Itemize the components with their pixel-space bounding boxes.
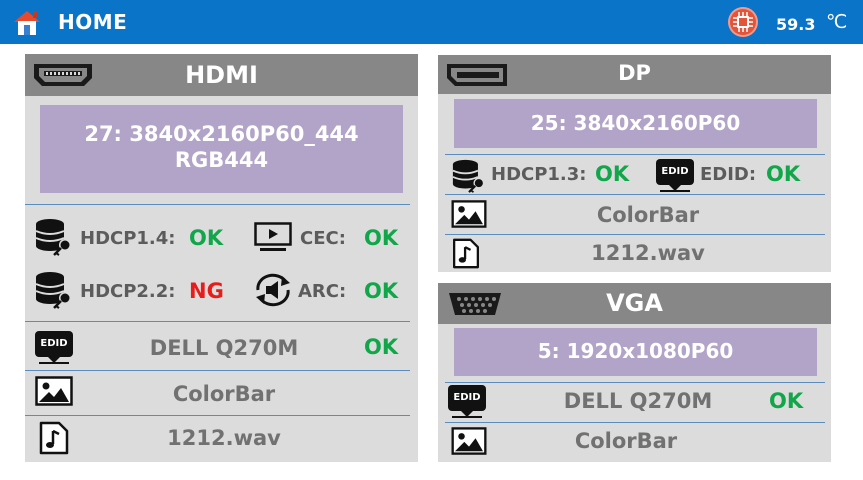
divider xyxy=(445,194,825,195)
vga-pattern-name: ColorBar xyxy=(574,429,678,453)
hdcp22-label: HDCP2.2: xyxy=(80,281,176,302)
divider xyxy=(445,422,825,423)
hdmi-panel-header: HDMI xyxy=(25,54,418,96)
divider xyxy=(445,382,825,383)
temperature-unit: ℃ xyxy=(826,11,848,33)
divider xyxy=(25,415,410,416)
vga-title: VGA xyxy=(606,289,663,317)
page-title: HOME xyxy=(58,10,128,34)
hdmi-title: HDMI xyxy=(185,61,258,89)
arc-status: OK xyxy=(364,279,399,303)
divider xyxy=(25,204,410,205)
hdcp-key-icon xyxy=(34,218,74,260)
temperature-value: 59.3 xyxy=(776,15,816,34)
top-bar: HOME 59.3 ℃ xyxy=(0,0,863,44)
arc-label: ARC: xyxy=(298,281,347,302)
dp-title: DP xyxy=(618,61,651,85)
dp-panel-header: DP xyxy=(438,55,831,94)
dp-resolution: 25: 3840x2160P60 xyxy=(530,111,741,135)
dp-audio-file: 1212.wav xyxy=(591,241,705,265)
cpu-chip-icon xyxy=(727,6,759,42)
hdcp13-status: OK xyxy=(595,162,630,186)
hdcp22-status: NG xyxy=(189,279,224,303)
divider xyxy=(445,234,825,235)
vga-edid-status: OK xyxy=(769,389,804,413)
hdmi-resolution-box[interactable]: 27: 3840x2160P60_444 RGB444 xyxy=(40,105,403,193)
hdcp-key-icon xyxy=(451,159,487,197)
dp-edid-label: EDID: xyxy=(700,164,757,185)
vga-panel[interactable]: VGA 5: 1920x1080P60 EDID DELL Q270M OK C… xyxy=(438,283,831,462)
hdcp-key-icon xyxy=(34,271,74,313)
hdcp14-label: HDCP1.4: xyxy=(80,228,176,249)
hdmi-audio-file: 1212.wav xyxy=(167,426,281,450)
hdcp14-status: OK xyxy=(189,226,224,250)
vga-resolution: 5: 1920x1080P60 xyxy=(537,339,734,363)
cec-status: OK xyxy=(364,226,399,250)
hdcp13-label: HDCP1.3: xyxy=(491,164,587,185)
image-pattern-icon xyxy=(450,427,488,459)
audio-file-icon xyxy=(452,238,480,273)
arc-speaker-icon xyxy=(252,273,294,311)
hdmi-edid-monitor-name: DELL Q270M xyxy=(149,336,299,360)
image-pattern-icon xyxy=(35,376,73,410)
divider xyxy=(445,154,825,155)
vga-resolution-box[interactable]: 5: 1920x1080P60 xyxy=(454,328,817,376)
home-icon[interactable] xyxy=(12,8,42,40)
edid-monitor-icon: EDID xyxy=(448,385,486,418)
dp-edid-status: OK xyxy=(766,162,801,186)
dp-resolution-box[interactable]: 25: 3840x2160P60 xyxy=(454,99,817,148)
vga-panel-header: VGA xyxy=(438,283,831,324)
hdmi-resolution-line2: RGB444 xyxy=(174,148,269,172)
image-pattern-icon xyxy=(450,200,488,232)
hdmi-pattern-name: ColorBar xyxy=(172,382,276,406)
edid-monitor-icon: EDID xyxy=(35,331,73,364)
dp-panel[interactable]: DP 25: 3840x2160P60 HDCP1.3: OK EDID EDI… xyxy=(438,55,831,272)
audio-file-icon xyxy=(39,421,69,459)
dp-pattern-name: ColorBar xyxy=(596,203,700,227)
hdmi-panel[interactable]: HDMI 27: 3840x2160P60_444 RGB444 HDCP1.4… xyxy=(25,54,418,462)
divider xyxy=(25,370,410,371)
edid-monitor-icon: EDID xyxy=(656,159,694,192)
hdmi-resolution-line1: 27: 3840x2160P60_444 xyxy=(84,122,359,146)
divider xyxy=(25,321,410,322)
cec-label: CEC: xyxy=(300,228,346,249)
hdmi-edid-status: OK xyxy=(364,335,399,359)
cec-display-icon xyxy=(254,222,292,256)
vga-edid-monitor-name: DELL Q270M xyxy=(563,389,713,413)
